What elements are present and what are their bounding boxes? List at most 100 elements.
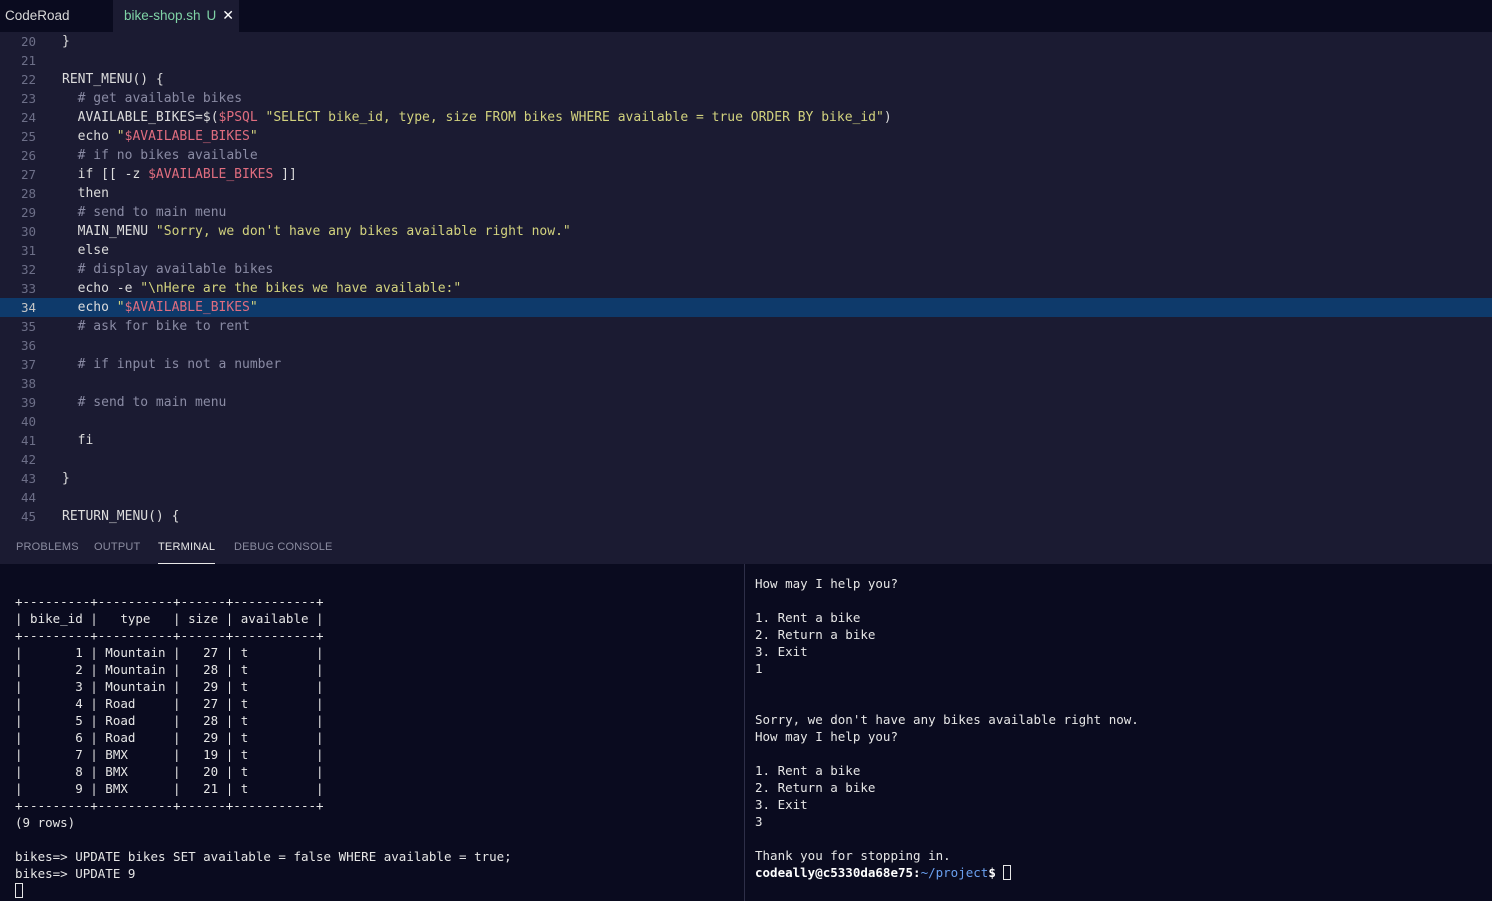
code-line[interactable]: 23 # get available bikes [0, 89, 1492, 108]
code-text[interactable]: # if input is not a number [62, 355, 282, 374]
close-icon[interactable]: ✕ [222, 7, 234, 23]
code-text[interactable]: RENT_MENU() { [62, 70, 164, 89]
code-line[interactable]: 45 RETURN_MENU() { [0, 507, 1492, 526]
line-number: 20 [20, 34, 36, 49]
tab-terminal[interactable]: TERMINAL [158, 529, 216, 564]
line-number: 40 [20, 414, 36, 429]
line-number: 24 [20, 110, 36, 125]
untracked-badge: U [206, 8, 217, 23]
line-number: 39 [20, 395, 36, 410]
line-number: 27 [20, 167, 36, 182]
code-line[interactable]: 37 # if input is not a number [0, 355, 1492, 374]
code-text[interactable]: } [62, 32, 70, 51]
code-line[interactable]: 29 # send to main menu [0, 203, 1492, 222]
code-text[interactable]: echo -e "\nHere are the bikes we have av… [62, 279, 462, 298]
terminal-bash[interactable]: How may I help you? 1. Rent a bike 2. Retu… [745, 564, 1492, 901]
line-number: 33 [20, 281, 36, 296]
tab-debug-console[interactable]: DEBUG CONSOLE [234, 529, 333, 564]
line-number: 38 [20, 376, 36, 391]
code-text[interactable]: # ask for bike to rent [62, 317, 250, 336]
code-text[interactable]: then [62, 184, 109, 203]
terminal-cursor [15, 883, 23, 898]
code-line[interactable]: 28 then [0, 184, 1492, 203]
terminal-line: | 4 | Road | 27 | t | [15, 696, 324, 711]
line-number: 45 [20, 509, 36, 524]
code-line[interactable]: 31 else [0, 241, 1492, 260]
code-line[interactable]: 42 [0, 450, 1492, 469]
code-text[interactable]: # send to main menu [62, 393, 227, 412]
prompt-symbol: $ [988, 865, 1004, 880]
code-line[interactable]: 36 [0, 336, 1492, 355]
code-text[interactable]: echo "$AVAILABLE_BIKES" [62, 127, 258, 146]
terminal-line: +---------+----------+------+-----------… [15, 594, 324, 609]
code-text[interactable]: if [[ -z $AVAILABLE_BIKES ]] [62, 165, 297, 184]
code-text[interactable]: # get available bikes [62, 89, 242, 108]
line-number: 36 [20, 338, 36, 353]
terminal-cursor-line [15, 882, 23, 899]
code-line[interactable]: 27 if [[ -z $AVAILABLE_BIKES ]] [0, 165, 1492, 184]
line-number: 32 [20, 262, 36, 277]
terminal-line: 1 [755, 661, 763, 676]
terminal-line: | 8 | BMX | 20 | t | [15, 764, 324, 779]
tab-coderoad[interactable]: CodeRoad [0, 0, 113, 32]
code-line[interactable]: 38 [0, 374, 1492, 393]
code-line[interactable]: 41 fi [0, 431, 1492, 450]
editor-tab-bar: CodeRoad bike-shop.sh U ✕ [0, 0, 1492, 32]
terminal-line: 1. Rent a bike [755, 763, 861, 778]
code-text[interactable]: fi [62, 431, 94, 450]
code-line[interactable]: 22 RENT_MENU() { [0, 70, 1492, 89]
line-number: 29 [20, 205, 36, 220]
line-number: 26 [20, 148, 36, 163]
code-text[interactable]: AVAILABLE_BIKES=$($PSQL "SELECT bike_id,… [62, 108, 892, 127]
code-line[interactable]: 44 [0, 488, 1492, 507]
terminal-line: Thank you for stopping in. [755, 848, 951, 863]
tab-problems[interactable]: PROBLEMS [16, 529, 79, 564]
terminal-line: (9 rows) [15, 815, 76, 830]
code-text[interactable]: MAIN_MENU "Sorry, we don't have any bike… [62, 222, 571, 241]
code-line[interactable]: 34 echo "$AVAILABLE_BIKES" [0, 298, 1492, 317]
terminal-line: | 7 | BMX | 19 | t | [15, 747, 324, 762]
code-text[interactable]: echo "$AVAILABLE_BIKES" [62, 298, 258, 317]
code-text[interactable]: # send to main menu [62, 203, 227, 222]
code-text[interactable]: RETURN_MENU() { [62, 507, 179, 526]
code-text[interactable]: else [62, 241, 109, 260]
code-line[interactable]: 32 # display available bikes [0, 260, 1492, 279]
terminal-line: 3 [755, 814, 763, 829]
tab-file-name: bike-shop.sh [124, 8, 201, 23]
line-number: 21 [20, 53, 36, 68]
terminal-psql[interactable]: +---------+----------+------+-----------… [0, 564, 744, 901]
tab-coderoad-label: CodeRoad [5, 8, 70, 23]
code-line[interactable]: 43} [0, 469, 1492, 488]
code-line[interactable]: 40 [0, 412, 1492, 431]
tab-output[interactable]: OUTPUT [94, 529, 140, 564]
code-text[interactable]: # if no bikes available [62, 146, 258, 165]
line-number: 41 [20, 433, 36, 448]
terminal-line: How may I help you? [755, 729, 898, 744]
code-line[interactable]: 39 # send to main menu [0, 393, 1492, 412]
code-line[interactable]: 24 AVAILABLE_BIKES=$($PSQL "SELECT bike_… [0, 108, 1492, 127]
code-line[interactable]: 26 # if no bikes available [0, 146, 1492, 165]
code-line[interactable]: 35 # ask for bike to rent [0, 317, 1492, 336]
terminal-line: 2. Return a bike [755, 627, 876, 642]
prompt-user: codeally@c5330da68e75 [755, 865, 914, 880]
tab-bike-shop[interactable]: bike-shop.sh U ✕ [113, 0, 239, 32]
panel-tab-bar: PROBLEMS OUTPUT TERMINAL DEBUG CONSOLE [0, 529, 1492, 564]
terminal-line: | 2 | Mountain | 28 | t | [15, 662, 324, 677]
terminal-line: +---------+----------+------+-----------… [15, 798, 324, 813]
terminal-line: How may I help you? [755, 576, 898, 591]
line-number: 34 [20, 300, 36, 315]
terminal-line: Sorry, we don't have any bikes available… [755, 712, 1139, 727]
terminal-line: bikes=> UPDATE 9 [15, 866, 136, 881]
code-editor[interactable]: 20} 21 22 RENT_MENU() {23 # get available b… [0, 32, 1492, 529]
code-line[interactable]: 33 echo -e "\nHere are the bikes we have… [0, 279, 1492, 298]
terminal-line: +---------+----------+------+-----------… [15, 628, 324, 643]
code-text[interactable]: # display available bikes [62, 260, 274, 279]
code-line[interactable]: 21 [0, 51, 1492, 70]
line-number: 31 [20, 243, 36, 258]
code-line[interactable]: 25 echo "$AVAILABLE_BIKES" [0, 127, 1492, 146]
prompt-path: ~/project [920, 865, 989, 880]
terminal-line: | 9 | BMX | 21 | t | [15, 781, 324, 796]
code-line[interactable]: 20} [0, 32, 1492, 51]
code-line[interactable]: 30 MAIN_MENU "Sorry, we don't have any b… [0, 222, 1492, 241]
code-text[interactable]: } [62, 469, 70, 488]
